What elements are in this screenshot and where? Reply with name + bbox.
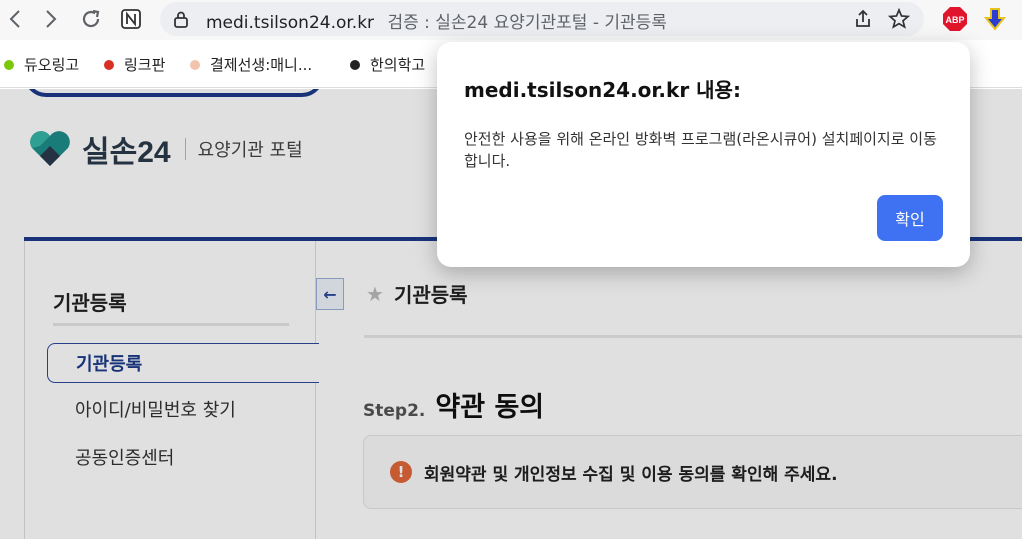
dialog-message: 안전한 사용을 위해 온라인 방화벽 프로그램(라온시큐어) 설치페이지로 이동… bbox=[464, 130, 937, 170]
site-info-icon[interactable] bbox=[172, 10, 190, 28]
warning-icon: ! bbox=[390, 461, 412, 483]
bookmark-favicon-icon bbox=[190, 59, 200, 70]
bookmark-label: 듀오링고 bbox=[24, 56, 80, 74]
sidebar-item-label: 기관등록 bbox=[76, 354, 143, 375]
bookmark-favicon-icon bbox=[104, 59, 114, 70]
bookmark-label: 링크판 bbox=[124, 56, 166, 74]
bookmark-label: 한의학고 bbox=[370, 56, 426, 74]
confirm-button[interactable]: 확인 bbox=[877, 195, 943, 241]
back-icon[interactable] bbox=[2, 6, 28, 32]
bookmark-favicon-icon bbox=[4, 59, 14, 70]
bookmark-payment[interactable]: 결제선생:매니... bbox=[190, 54, 312, 75]
bookmark-duolingo[interactable]: 듀오링고 bbox=[4, 54, 79, 75]
sidebar-item-label: 공동인증센터 bbox=[75, 448, 175, 469]
sidebar-item-certificate-center[interactable]: 공동인증센터 bbox=[47, 437, 319, 477]
sidebar-item-find-account[interactable]: 아이디/비밀번호 찾기 bbox=[47, 389, 319, 429]
notion-icon[interactable] bbox=[118, 6, 144, 32]
content-divider bbox=[364, 335, 1022, 338]
bookmark-linkpan[interactable]: 링크판 bbox=[104, 54, 165, 75]
address-bar[interactable]: medi.tsilson24.or.kr 검증 : 실손24 요양기관포털 - … bbox=[160, 2, 924, 36]
browser-toolbar: medi.tsilson24.or.kr 검증 : 실손24 요양기관포털 - … bbox=[0, 0, 1022, 40]
header-search-pill[interactable] bbox=[24, 89, 324, 97]
sidebar-title: 기관등록 bbox=[53, 291, 127, 315]
logo-text: 실손24 bbox=[82, 136, 171, 169]
site-logo[interactable]: 실손24 요양기관 포털 bbox=[28, 127, 303, 171]
step-label: Step2. bbox=[363, 401, 426, 421]
forward-icon[interactable] bbox=[38, 6, 64, 32]
bookmark-oriental-medicine[interactable]: 한의학고 bbox=[350, 54, 425, 75]
abp-label: ABP bbox=[945, 15, 964, 25]
dialog-title: medi.tsilson24.or.kr 내용: bbox=[464, 78, 741, 102]
sidebar-collapse-button[interactable]: ← bbox=[316, 278, 344, 310]
heart-logo-icon bbox=[30, 131, 70, 166]
arrow-down-extension-icon[interactable] bbox=[982, 6, 1008, 32]
sidebar-item-label: 아이디/비밀번호 찾기 bbox=[75, 400, 236, 421]
bookmark-star-icon[interactable] bbox=[888, 8, 910, 30]
url-page-title: 검증 : 실손24 요양기관포털 - 기관등록 bbox=[387, 13, 667, 33]
step-heading: Step2. 약관 동의 bbox=[363, 385, 544, 424]
bookmark-label: 결제선생:매니... bbox=[210, 56, 313, 74]
page-title-text: 기관등록 bbox=[393, 283, 468, 307]
sidebar-divider bbox=[53, 323, 289, 326]
logo-divider bbox=[184, 138, 186, 160]
bookmark-favicon-icon bbox=[350, 59, 360, 70]
favorite-star-icon[interactable]: ★ bbox=[366, 282, 384, 306]
reload-icon[interactable] bbox=[78, 6, 104, 32]
notice-text: 회원약관 및 개인정보 수집 및 이용 동의를 확인해 주세요. bbox=[424, 464, 838, 485]
sidebar: 기관등록 기관등록 아이디/비밀번호 찾기 공동인증센터 bbox=[24, 241, 319, 539]
sidebar-item-register[interactable]: 기관등록 bbox=[47, 343, 319, 383]
alert-dialog: medi.tsilson24.or.kr 내용: 안전한 사용을 위해 온라인 … bbox=[437, 42, 970, 267]
url-host: medi.tsilson24.or.kr bbox=[206, 13, 375, 33]
page-title: ★ 기관등록 bbox=[366, 279, 468, 308]
step-title: 약관 동의 bbox=[435, 392, 545, 423]
share-icon[interactable] bbox=[852, 8, 874, 30]
abp-icon[interactable]: ABP bbox=[942, 6, 968, 32]
logo-subtitle: 요양기관 포털 bbox=[197, 140, 303, 161]
arrow-left-icon: ← bbox=[323, 284, 337, 304]
notice-box: ! 회원약관 및 개인정보 수집 및 이용 동의를 확인해 주세요. bbox=[363, 435, 1022, 509]
url-text[interactable]: medi.tsilson24.or.kr 검증 : 실손24 요양기관포털 - … bbox=[206, 8, 667, 33]
